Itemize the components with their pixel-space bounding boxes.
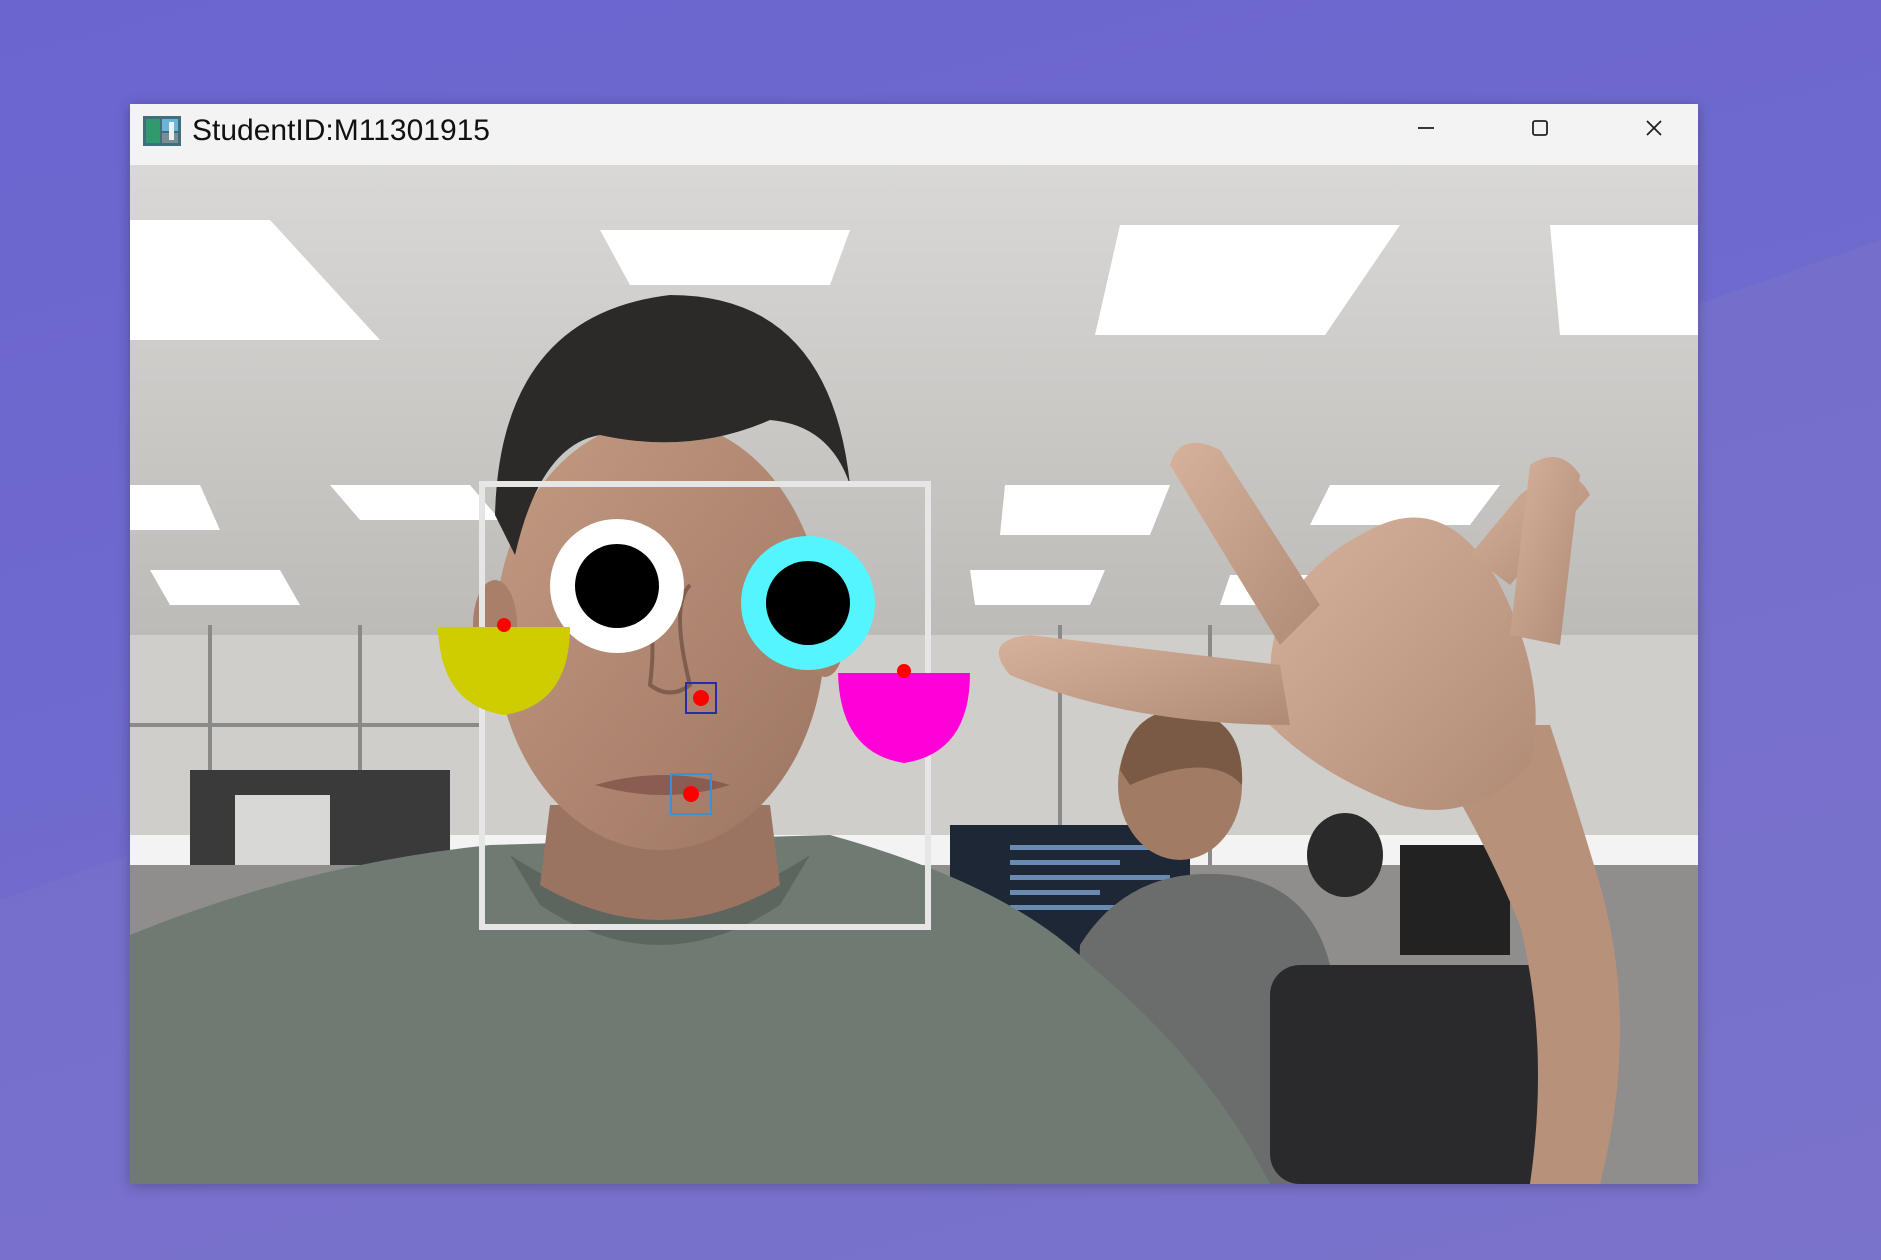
- opencv-window-icon: [143, 116, 181, 146]
- mouth-landmark: [683, 786, 699, 802]
- title-bar[interactable]: StudentID:M11301915: [130, 104, 1698, 165]
- left-eye-overlay: [550, 519, 684, 653]
- close-icon: [1646, 120, 1662, 136]
- window-title: StudentID:M11301915: [192, 114, 490, 147]
- webcam-scene: [130, 165, 1698, 1184]
- maximize-icon: [1532, 120, 1548, 136]
- minimize-button[interactable]: [1371, 104, 1481, 152]
- camera-frame: [130, 165, 1698, 1184]
- close-button[interactable]: [1599, 104, 1709, 152]
- right-cheek-landmark: [897, 664, 911, 678]
- left-cheek-landmark: [497, 618, 511, 632]
- nose-landmark: [693, 690, 709, 706]
- right-eye-overlay: [741, 536, 875, 670]
- minimize-icon: [1418, 127, 1434, 129]
- opencv-window: StudentID:M11301915: [130, 104, 1698, 1184]
- maximize-button[interactable]: [1485, 104, 1595, 152]
